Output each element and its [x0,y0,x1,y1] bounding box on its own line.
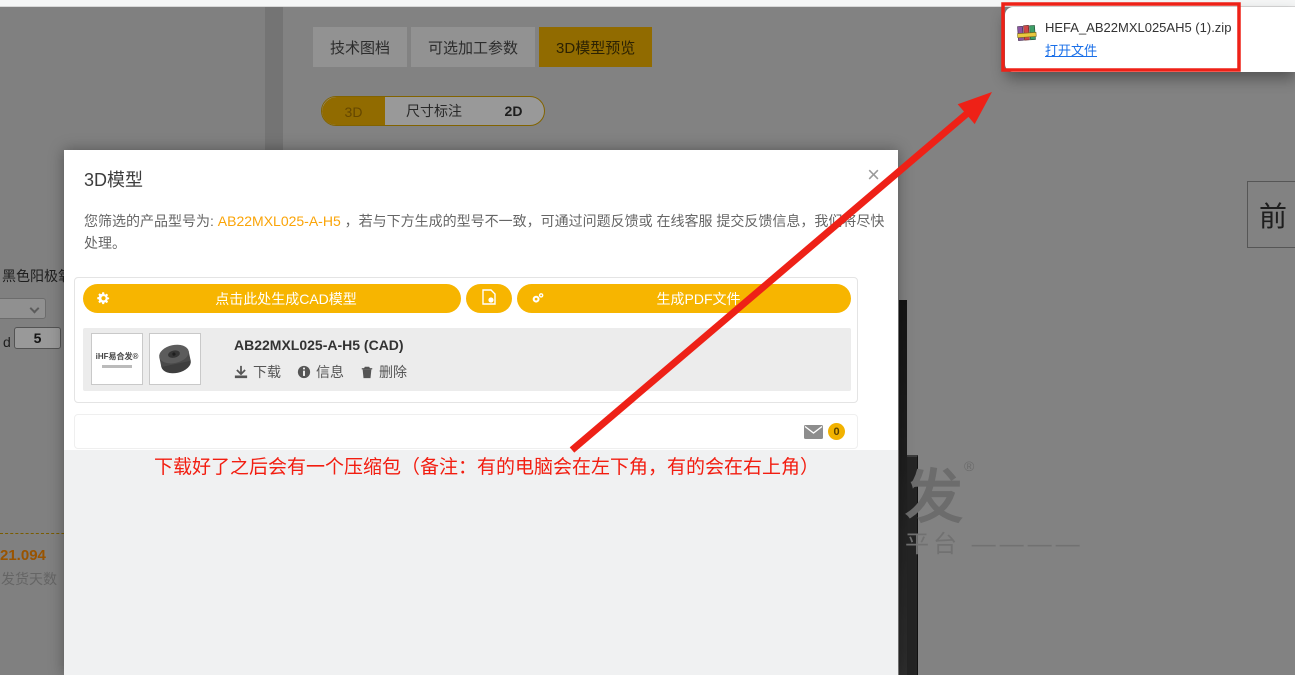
modal-lower-section: 下载好了之后会有一个压缩包（备注：有的电脑会在左下角，有的会在右上角） [64,450,898,675]
thumbnail-logo-underline [102,365,132,368]
red-annotation-text: 下载好了之后会有一个压缩包（备注：有的电脑会在左下角，有的会在右上角） [154,452,819,479]
desc-model-number: AB22MXL025-A-H5 [218,213,341,229]
info-action[interactable]: 信息 [297,362,344,382]
generator-container: 点击此处生成CAD模型 生成PDF文件 iHF易合发® [74,277,858,403]
file-gear-icon [482,289,496,308]
generator-buttons-row: 点击此处生成CAD模型 生成PDF文件 [83,284,851,313]
3d-model-modal: 3D模型 × 您筛选的产品型号为: AB22MXL025-A-H5 ，若与下方生… [64,150,898,675]
download-action[interactable]: 下载 [234,362,281,382]
download-label: 下载 [253,362,281,382]
thumbnail-logo-text: iHF易合发® [96,351,139,362]
info-label: 信息 [316,362,344,382]
generated-file-row: iHF易合发® AB22MXL025-A-H5 (CAD) [83,328,851,391]
close-icon[interactable]: × [867,164,880,186]
message-bar: 0 [74,414,858,449]
file-name: AB22MXL025-A-H5 (CAD) [234,337,404,353]
generate-cad-button[interactable]: 点击此处生成CAD模型 [83,284,461,313]
desc-prefix: 您筛选的产品型号为: [84,213,218,229]
winrar-zip-icon [1017,24,1037,47]
download-filename: HEFA_AB22MXL025AH5 (1).zip [1045,20,1231,35]
pulley-image [153,337,197,381]
file-thumbnail-logo[interactable]: iHF易合发® [91,333,143,385]
file-settings-button[interactable] [466,284,512,313]
file-actions: 下载 信息 删除 [234,362,407,382]
message-count-badge: 0 [828,423,845,440]
gear-icon [96,291,111,306]
open-file-link[interactable]: 打开文件 [1045,40,1097,59]
modal-description: 您筛选的产品型号为: AB22MXL025-A-H5 ，若与下方生成的型号不一致… [84,210,896,254]
generate-pdf-button[interactable]: 生成PDF文件 [517,284,851,313]
file-thumbnail-pulley[interactable] [149,333,201,385]
envelope-icon[interactable] [804,425,823,439]
gears-icon [530,291,546,306]
browser-edge-strip [0,0,1295,7]
delete-icon [360,365,374,379]
generate-pdf-label: 生成PDF文件 [546,289,851,309]
modal-title: 3D模型 [84,166,143,192]
download-notification[interactable]: HEFA_AB22MXL025AH5 (1).zip 打开文件 [1005,7,1295,72]
screenshot-stage: 黑色阳极氧化 d 21.094 发货天数 技术图档 可选加工参数 3D模型预览 … [0,0,1295,675]
delete-action[interactable]: 删除 [360,362,407,382]
download-icon [234,365,248,379]
generate-cad-label: 点击此处生成CAD模型 [111,289,461,309]
info-icon [297,365,311,379]
delete-label: 删除 [379,362,407,382]
